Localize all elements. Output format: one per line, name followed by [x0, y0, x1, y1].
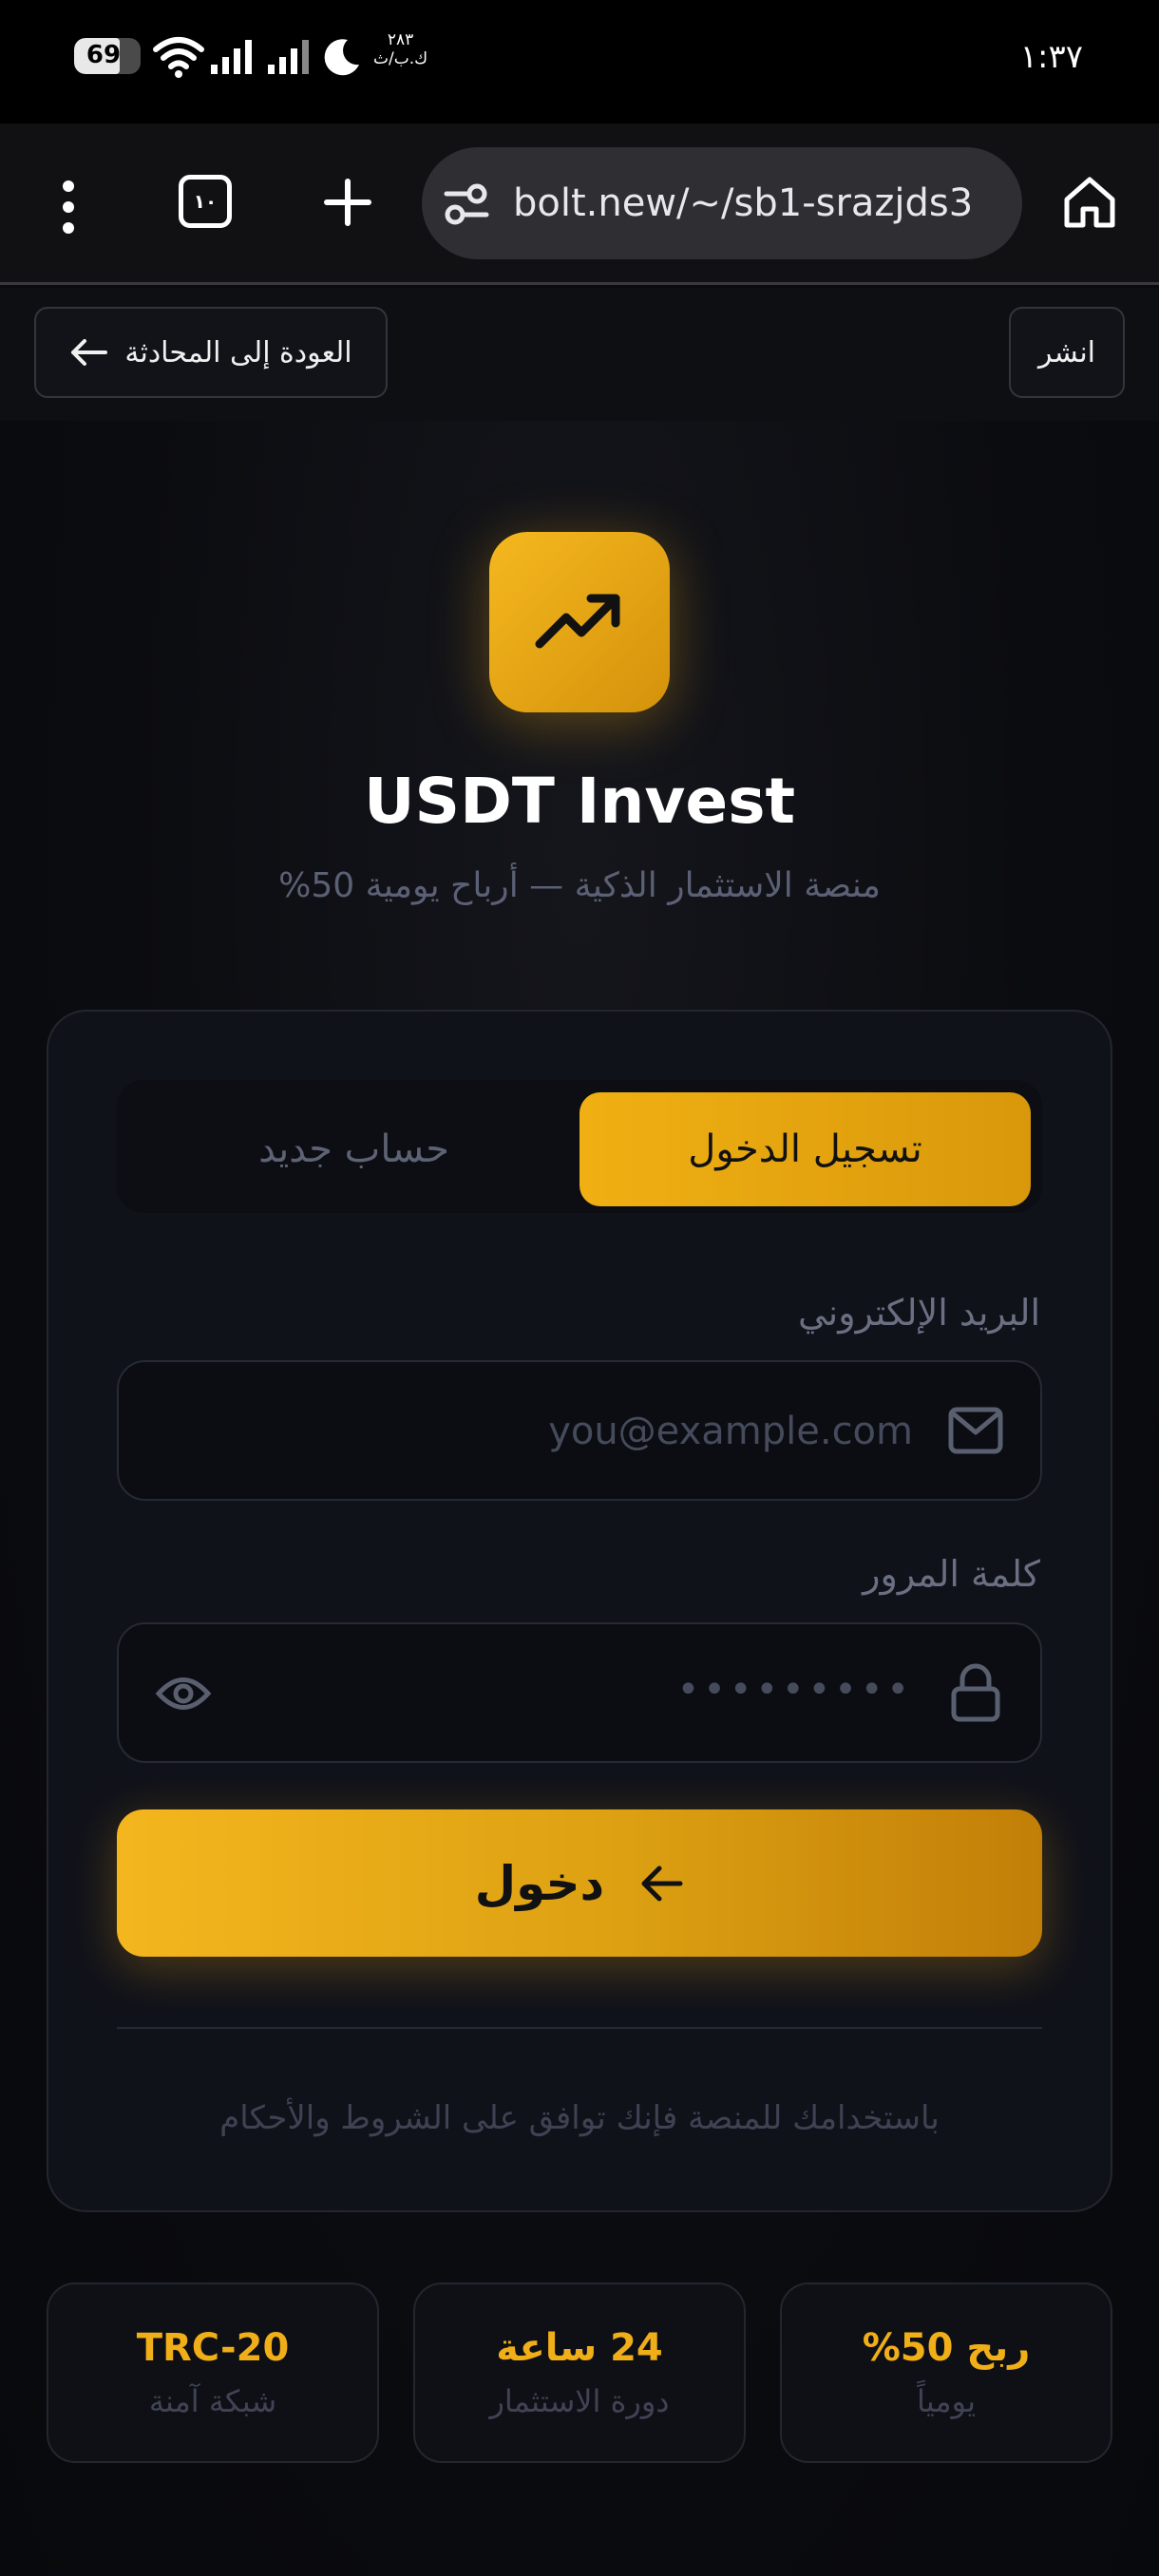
stat-value: TRC-20 [136, 2326, 290, 2370]
email-placeholder: you@example.com [548, 1410, 913, 1453]
app-title: USDT Invest [363, 765, 796, 838]
home-icon[interactable] [1062, 175, 1117, 230]
battery-icon: 69 [74, 38, 141, 74]
terms-text: باستخدامك للمنصة فإنك توافق على الشروط و… [219, 2099, 940, 2137]
clock: ١:٣٧ [1019, 38, 1083, 76]
lock-icon [951, 1663, 1000, 1722]
browser-toolbar: ١٠ bolt.new/~/sb1-srazjds3 [0, 123, 1159, 285]
login-button[interactable]: دخول [117, 1809, 1042, 1957]
password-placeholder: ••••••••• [676, 1668, 913, 1712]
publish-button[interactable]: انشر [1009, 307, 1125, 398]
stat-caption: يومياً [917, 2383, 976, 2419]
arrow-left-icon [641, 1866, 683, 1901]
tabs-button[interactable]: ١٠ [179, 175, 232, 228]
eye-icon[interactable] [155, 1670, 212, 1717]
mail-icon [948, 1407, 1003, 1454]
arrow-left-icon [71, 339, 108, 366]
url-bar[interactable]: bolt.new/~/sb1-srazjds3 [422, 147, 1022, 259]
stat-value: 24 ساعة [496, 2326, 663, 2370]
stat-value: ربح 50% [862, 2326, 1031, 2370]
network-speed: ٢٨٣ ك.ب/ث [373, 30, 428, 68]
more-vert-icon[interactable] [53, 179, 84, 236]
publish-label: انشر [1038, 335, 1095, 369]
back-to-chat-label: العودة إلى المحادثة [124, 335, 352, 369]
stat-caption: شبكة آمنة [148, 2383, 277, 2419]
bolt-toolbar: العودة إلى المحادثة انشر [0, 288, 1159, 421]
tab-register[interactable]: حساب جديد [128, 1092, 580, 1206]
app-logo [489, 532, 670, 712]
password-label: كلمة المرور [863, 1553, 1040, 1595]
plus-icon[interactable] [323, 178, 372, 227]
password-field[interactable]: ••••••••• [117, 1622, 1042, 1763]
tab-count: ١٠ [193, 190, 218, 213]
back-to-chat-button[interactable]: العودة إلى المحادثة [34, 307, 388, 398]
stat-card-network: TRC-20 شبكة آمنة [47, 2282, 379, 2463]
moon-icon [324, 39, 359, 76]
login-button-label: دخول [474, 1855, 605, 1911]
trending-up-icon [535, 594, 620, 649]
url-text: bolt.new/~/sb1-srazjds3 [513, 181, 974, 225]
email-label: البريد الإلكتروني [798, 1292, 1040, 1334]
signal-icon [268, 40, 309, 74]
stat-card-profit: ربح 50% يومياً [780, 2282, 1112, 2463]
battery-level: 69 [86, 41, 122, 69]
wifi-icon [153, 37, 204, 78]
email-field[interactable]: you@example.com [117, 1360, 1042, 1501]
stat-caption: دورة الاستثمار [489, 2383, 670, 2419]
divider [117, 2027, 1042, 2029]
status-bar: 69 ٢٨٣ ك.ب/ث ١:٣٧ [0, 0, 1159, 123]
signal-icon [211, 40, 252, 74]
site-settings-icon[interactable] [443, 182, 490, 226]
tab-login[interactable]: تسجيل الدخول [580, 1092, 1031, 1206]
app-subtitle: منصة الاستثمار الذكية — أرباح يومية 50% [278, 866, 881, 905]
stat-card-cycle: 24 ساعة دورة الاستثمار [413, 2282, 746, 2463]
